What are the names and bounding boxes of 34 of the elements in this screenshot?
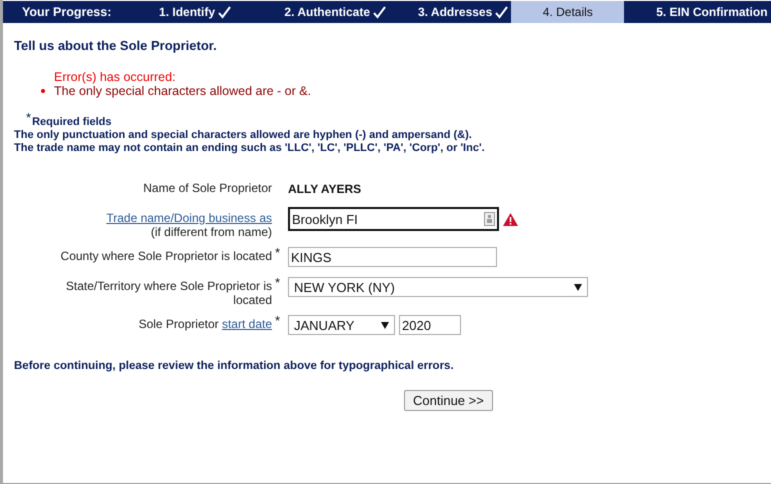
help-link[interactable]: start date [222, 317, 272, 331]
required-mark: * [274, 312, 280, 328]
caret-icon [381, 322, 389, 328]
progress-step: 4. Details [511, 1, 624, 23]
error-message: The only special characters allowed are - or &. [54, 84, 312, 98]
error-title: Error(s) has occurred: [54, 70, 177, 84]
review-note: Before continuing, please review the information above for typographical errors. [14, 360, 455, 372]
field-label: (if different from name) [150, 225, 272, 239]
help-link[interactable]: Trade name/Doing business as [106, 211, 272, 225]
check-icon [373, 6, 386, 18]
required-mark: * [274, 274, 280, 290]
month-dropdown[interactable]: JANUARY [288, 315, 395, 335]
bullet-icon [41, 89, 45, 93]
page-heading: Tell us about the Sole Proprietor. [14, 38, 218, 53]
required-mark: * [26, 111, 32, 124]
state-dropdown[interactable]: NEW YORK (NY) [288, 277, 588, 297]
required-note: Required fields [32, 115, 112, 129]
warning-icon [503, 212, 518, 226]
field-value: ALLY AYERS [288, 182, 362, 196]
check-icon [495, 6, 508, 18]
text-field[interactable]: Brooklyn FI [288, 207, 499, 231]
field-label: Sole Proprietor [138, 317, 219, 331]
field-label: Name of Sole Proprietor [143, 181, 272, 195]
year-field[interactable]: 2020 [399, 315, 461, 335]
check-icon [218, 6, 232, 18]
field-label: State/Territory where Sole Proprietor is located [66, 279, 272, 307]
caret-icon [574, 284, 582, 290]
progress-label: Your Progress: [21, 4, 112, 21]
text-field[interactable]: KINGS [288, 247, 497, 267]
field-label: County where Sole Proprietor is located [60, 249, 272, 263]
instruction-text: The only punctuation and special characters allowed are hyphen (-) and ampersand (&). [14, 129, 473, 142]
continue-button[interactable]: Continue >> [404, 390, 493, 411]
instruction-text: The trade name may not contain an ending such as 'LLC', 'LC', 'PLLC', 'PA', 'Corp', or 'Inc'. [14, 142, 486, 155]
required-mark: * [274, 244, 280, 260]
